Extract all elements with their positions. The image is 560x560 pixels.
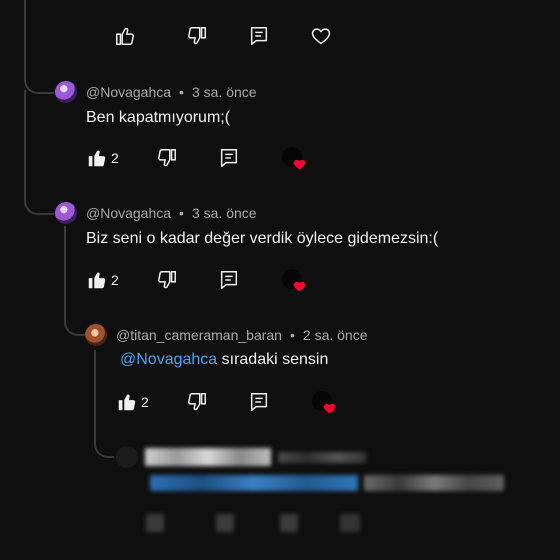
comment-icon [250, 393, 268, 411]
thumbs-up-icon [116, 27, 134, 45]
comment-meta: @Novagahca • 3 sa. önce [86, 84, 257, 100]
thumbs-down-icon [188, 27, 206, 45]
comment-icon [220, 149, 238, 167]
thread-connector-2 [24, 90, 54, 215]
comment-meta: @titan_cameraman_baran • 2 sa. önce [116, 327, 368, 343]
avatar[interactable] [55, 202, 77, 224]
heart-icon [293, 281, 306, 292]
thumbs-up-filled-icon [118, 394, 136, 411]
timestamp[interactable]: 3 sa. önce [192, 205, 257, 221]
thread-connector-4 [94, 350, 114, 458]
comment-body: sıradaki sensin [217, 351, 329, 368]
like-button[interactable] [114, 25, 136, 47]
avatar[interactable] [55, 81, 77, 103]
reply-button[interactable] [248, 391, 270, 413]
heart-icon [323, 403, 336, 414]
comment-text: Ben kapatmıyorum;( [86, 109, 231, 126]
dislike-button[interactable] [186, 391, 208, 413]
author-handle[interactable]: @Novagahca [86, 84, 171, 100]
thumbs-down-icon [188, 393, 206, 411]
blurred-like-button [146, 514, 164, 532]
like-button[interactable] [86, 147, 108, 169]
reply-button[interactable] [248, 25, 270, 47]
like-count: 2 [111, 150, 119, 166]
meta-separator: • [179, 84, 184, 100]
blurred-heart [340, 514, 360, 532]
avatar[interactable] [85, 324, 107, 346]
blurred-handle [145, 448, 271, 466]
heart-icon [293, 159, 306, 170]
author-handle[interactable]: @titan_cameraman_baran [116, 327, 282, 343]
thumbs-down-icon [158, 271, 176, 289]
creator-heart-badge [312, 391, 338, 417]
blurred-mention [150, 475, 358, 491]
meta-separator: • [179, 205, 184, 221]
like-count: 2 [141, 394, 149, 410]
like-button[interactable] [86, 269, 108, 291]
heart-icon [311, 28, 331, 45]
timestamp[interactable]: 2 sa. önce [303, 327, 368, 343]
thumbs-down-icon [158, 149, 176, 167]
dislike-button[interactable] [156, 269, 178, 291]
author-handle[interactable]: @Novagahca [86, 205, 171, 221]
thumbs-up-filled-icon [88, 150, 106, 167]
mention-link[interactable]: @Novagahca [120, 351, 217, 368]
reply-button[interactable] [218, 269, 240, 291]
blurred-dislike-button [216, 514, 234, 532]
thumbs-up-filled-icon [88, 272, 106, 289]
comment-text: @Novagahca sıradaki sensin [120, 351, 328, 369]
comment-icon [250, 27, 268, 45]
dislike-button[interactable] [186, 25, 208, 47]
blurred-avatar [116, 446, 138, 468]
thread-connector-1 [24, 60, 54, 94]
creator-heart-badge [282, 269, 308, 295]
blurred-reply-button [280, 514, 298, 532]
thread-connector-3 [64, 226, 86, 336]
blurred-text [364, 475, 504, 491]
comment-meta: @Novagahca • 3 sa. önce [86, 205, 257, 221]
comment-text: Biz seni o kadar değer verdik öylece gid… [86, 230, 439, 247]
reply-button[interactable] [218, 147, 240, 169]
dislike-button[interactable] [156, 147, 178, 169]
meta-separator: • [289, 327, 295, 343]
heart-button[interactable] [310, 25, 332, 47]
like-count: 2 [111, 272, 119, 288]
timestamp[interactable]: 3 sa. önce [192, 84, 257, 100]
like-button[interactable] [116, 391, 138, 413]
comment-icon [220, 271, 238, 289]
creator-heart-badge [282, 147, 308, 173]
blurred-timestamp [278, 452, 366, 463]
